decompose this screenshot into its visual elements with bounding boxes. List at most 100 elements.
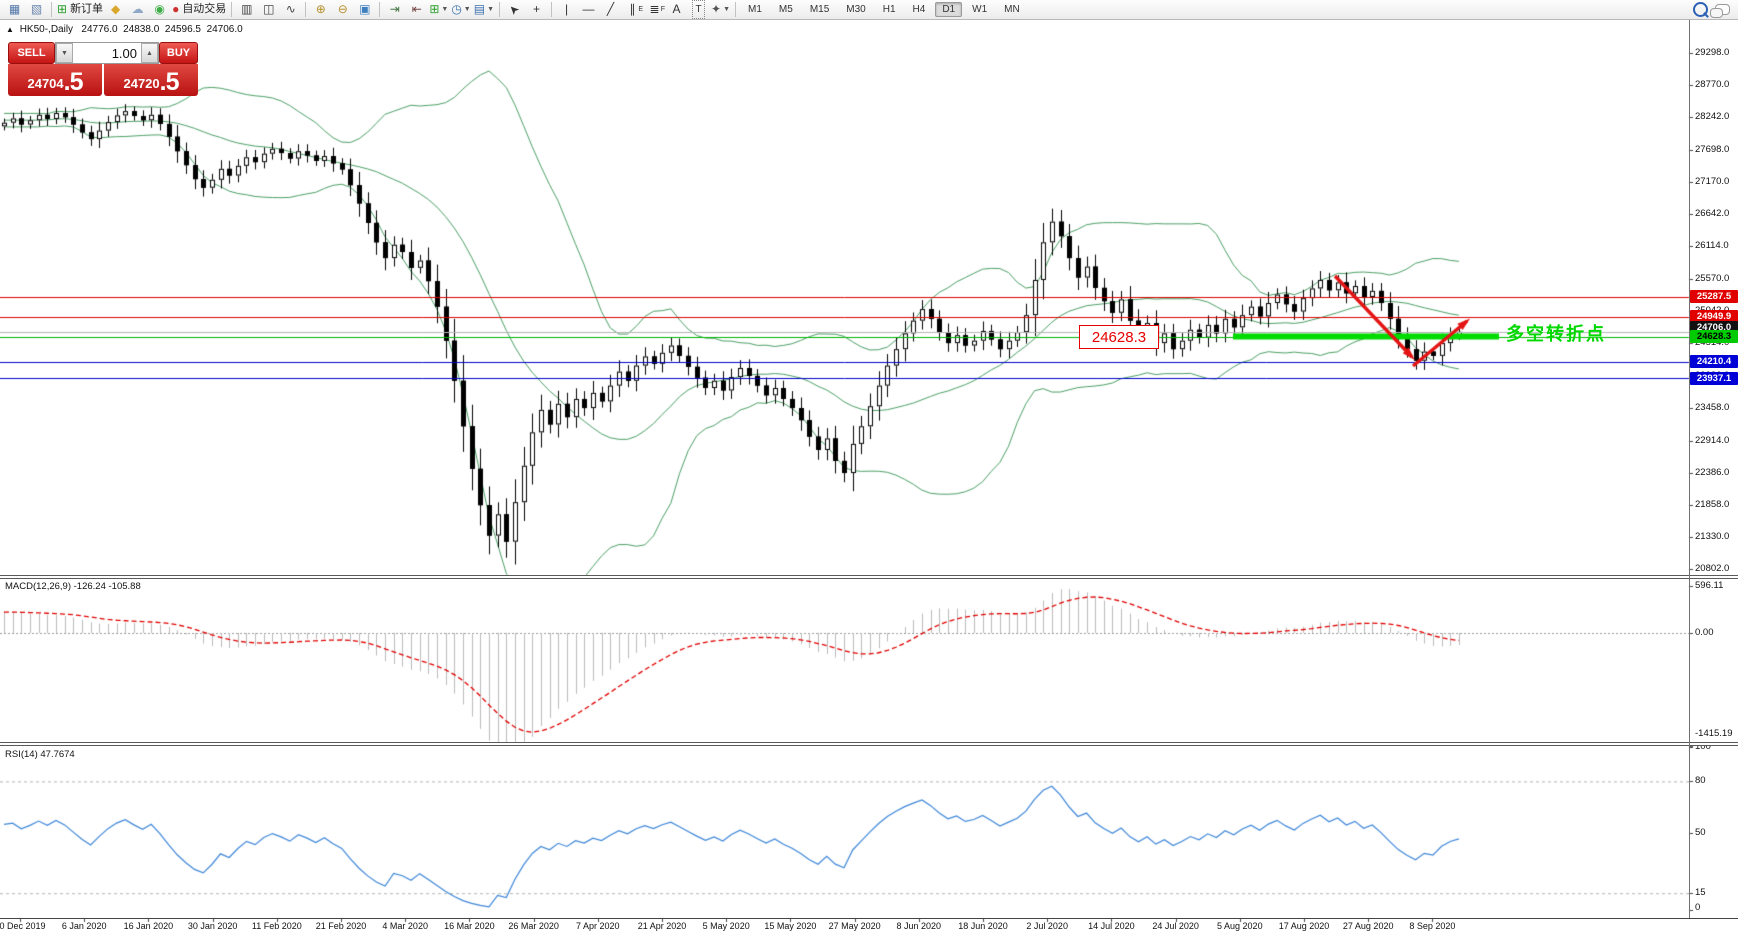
volume-down-button[interactable]: ▼ <box>56 43 73 63</box>
sell-button[interactable]: SELL <box>8 42 55 64</box>
signal-icon[interactable]: ◉ <box>149 1 170 18</box>
macd-tick: 0.00 <box>1695 627 1738 638</box>
price-badge: 25287.5 <box>1690 290 1738 303</box>
sell-price[interactable]: 24704 .5 <box>8 64 102 96</box>
indicators-icon[interactable]: ⊞▼ <box>428 1 449 18</box>
timeframe-m30[interactable]: M30 <box>839 2 872 17</box>
dropdown-caret-icon[interactable]: ▼ <box>441 1 448 18</box>
timeframe-m15[interactable]: M15 <box>803 2 836 17</box>
charts-grid-icon[interactable]: ▦ <box>4 1 25 18</box>
price-tick: 28770.0 <box>1695 79 1738 90</box>
date-tick: 8 Sep 2020 <box>1409 921 1455 931</box>
toolbar-separator <box>231 2 232 17</box>
price-tick: 29298.0 <box>1695 47 1738 58</box>
volume-up-button[interactable]: ▲ <box>141 43 158 63</box>
date-tick: 6 Jan 2020 <box>62 921 107 931</box>
toolbar-separator <box>305 2 306 17</box>
signal-text-annotation[interactable]: 多空转折点 <box>1506 320 1606 346</box>
price-tick: 23458.0 <box>1695 402 1738 413</box>
date-tick: 24 Jul 2020 <box>1152 921 1199 931</box>
chart-window-icon[interactable]: ▧ <box>26 1 47 18</box>
price-tick: 26114.0 <box>1695 240 1738 251</box>
volume-value[interactable]: 1.00 <box>73 43 141 63</box>
crosshair-icon[interactable]: + <box>526 1 547 18</box>
price-tick: 26642.0 <box>1695 208 1738 219</box>
date-tick: 16 Jan 2020 <box>124 921 174 931</box>
hline-icon[interactable]: ― <box>578 1 599 18</box>
line-chart-icon[interactable]: ∿ <box>280 1 301 18</box>
ohlc-low: 24596.5 <box>165 24 201 35</box>
ohlc-open: 24776.0 <box>81 24 117 35</box>
price-badge: 24628.3 <box>1690 330 1738 343</box>
price-tick: 21330.0 <box>1695 531 1738 542</box>
date-tick: 21 Apr 2020 <box>638 921 687 931</box>
collapse-triangle-icon[interactable]: ▲ <box>6 25 14 34</box>
channel-icon[interactable]: ∥E <box>622 1 643 18</box>
macd-tick: -1415.19 <box>1695 728 1738 739</box>
candlestick-icon[interactable]: ◫ <box>258 1 279 18</box>
auto-trading-icon[interactable]: ●自动交易 <box>171 1 227 18</box>
auto-scroll-icon[interactable]: ⇥ <box>384 1 405 18</box>
zoom-out-icon[interactable]: ⊖ <box>332 1 353 18</box>
ohlc-high: 24838.0 <box>123 24 159 35</box>
date-tick: 8 Jun 2020 <box>897 921 942 931</box>
date-tick: 11 Feb 2020 <box>252 921 302 931</box>
trendline-icon[interactable]: ╱ <box>600 1 621 18</box>
timeframe-mn[interactable]: MN <box>997 2 1027 17</box>
zoom-in-icon[interactable]: ⊕ <box>310 1 331 18</box>
price-level-annotation[interactable]: 24628.3 <box>1079 325 1159 349</box>
chart-title: ▲ HK50-,Daily 24776.0 24838.0 24596.5 24… <box>6 24 243 35</box>
timeframe-m5[interactable]: M5 <box>772 2 800 17</box>
dropdown-caret-icon[interactable]: ▼ <box>723 1 730 18</box>
date-tick: 27 Aug 2020 <box>1343 921 1394 931</box>
price-tick: 21858.0 <box>1695 499 1738 510</box>
price-tick: 20802.0 <box>1695 563 1738 574</box>
price-tick: 27170.0 <box>1695 176 1738 187</box>
sell-price-big-digit: .5 <box>64 70 83 94</box>
toolbar: ▦▧ ⊞新订单◆☁◉●自动交易 ▥◫∿ ⊕⊖▣ ⇥⇤⊞▼◷▼▤▼ ➤+ |―╱∥E≣FAT✦… <box>0 0 1738 20</box>
timeframe-m1[interactable]: M1 <box>741 2 769 17</box>
rsi-splitter[interactable] <box>0 742 1738 746</box>
rsi-tick: 80 <box>1695 775 1738 786</box>
chart-shift-icon[interactable]: ⇤ <box>406 1 427 18</box>
cloud-icon[interactable]: ☁ <box>127 1 148 18</box>
date-tick: 21 Feb 2020 <box>316 921 367 931</box>
toolbar-separator <box>51 2 52 17</box>
fibonacci-icon[interactable]: ≣F <box>644 1 665 18</box>
periods-icon[interactable]: ◷▼ <box>450 1 471 18</box>
timeframe-h1[interactable]: H1 <box>876 2 903 17</box>
macd-splitter[interactable] <box>0 575 1738 579</box>
new-order-icon-label: 新订单 <box>70 1 103 18</box>
chart-canvas[interactable] <box>0 20 1738 937</box>
date-axis-separator <box>0 918 1738 919</box>
date-tick: 7 Apr 2020 <box>576 921 620 931</box>
cursor-icon[interactable]: ➤ <box>504 1 525 18</box>
macd-tick: 596.11 <box>1695 580 1738 591</box>
new-order-icon[interactable]: ⊞新订单 <box>56 1 104 18</box>
one-click-trading-panel: SELL ▼ 1.00 ▲ BUY 24704 .5 24720 .5 <box>8 42 198 96</box>
bar-chart-icon[interactable]: ▥ <box>236 1 257 18</box>
date-tick: 30 Jan 2020 <box>188 921 238 931</box>
buy-price-main: 24720 <box>123 74 159 94</box>
text-icon[interactable]: A <box>666 1 687 18</box>
rsi-label: RSI(14) 47.7674 <box>5 749 75 760</box>
chat-icon[interactable] <box>1715 4 1730 15</box>
date-tick: 26 Mar 2020 <box>508 921 559 931</box>
price-tick: 22386.0 <box>1695 467 1738 478</box>
market-watch-icon[interactable]: ◆ <box>105 1 126 18</box>
vline-icon[interactable]: | <box>556 1 577 18</box>
label-icon[interactable]: T <box>688 1 709 18</box>
timeframe-d1[interactable]: D1 <box>935 2 962 17</box>
date-tick: 5 May 2020 <box>703 921 750 931</box>
buy-price[interactable]: 24720 .5 <box>104 64 198 96</box>
tile-windows-icon[interactable]: ▣ <box>354 1 375 18</box>
dropdown-caret-icon[interactable]: ▼ <box>464 1 471 18</box>
dropdown-caret-icon[interactable]: ▼ <box>487 1 494 18</box>
timeframe-h4[interactable]: H4 <box>906 2 933 17</box>
buy-button[interactable]: BUY <box>159 42 198 64</box>
template-icon[interactable]: ▤▼ <box>473 1 495 18</box>
price-badge: 24210.4 <box>1690 355 1738 368</box>
timeframe-w1[interactable]: W1 <box>965 2 994 17</box>
search-icon[interactable] <box>1693 2 1708 17</box>
shapes-icon[interactable]: ✦▼ <box>710 1 731 18</box>
